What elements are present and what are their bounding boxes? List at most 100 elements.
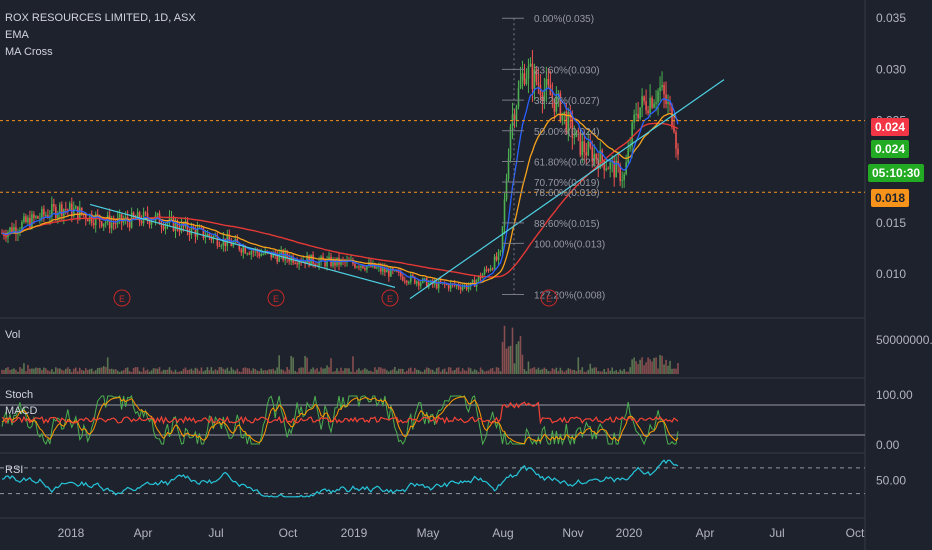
volume-bar: [358, 368, 360, 374]
volume-bar: [88, 369, 91, 374]
volume-bar: [182, 368, 185, 374]
candle-body: [581, 141, 584, 156]
volume-bar: [288, 369, 290, 374]
volume-bar: [639, 359, 641, 374]
candle-body: [248, 253, 251, 255]
volume-bar: [477, 371, 480, 374]
volume-bar: [114, 369, 117, 374]
candle-body: [35, 216, 37, 218]
indicator-ma-cross-label[interactable]: MA Cross: [5, 46, 53, 58]
candle-body: [92, 223, 95, 226]
candle-body: [96, 214, 99, 216]
volume-bar: [96, 367, 99, 374]
candle-body: [364, 268, 366, 270]
volume-bar: [208, 370, 211, 374]
candle-body: [525, 78, 528, 84]
volume-bar: [545, 368, 548, 374]
candle-body: [471, 279, 474, 283]
volume-bar: [553, 369, 556, 374]
volume-bar: [487, 370, 490, 374]
candle-body: [673, 127, 675, 133]
volume-bar: [55, 367, 57, 374]
volume-bar: [439, 371, 442, 374]
volume-bar: [527, 361, 530, 374]
volume-bar: [210, 367, 213, 374]
volume-bar: [322, 368, 324, 374]
volume-bar: [332, 371, 334, 374]
volume-bar: [565, 370, 568, 374]
volume-bar: [595, 367, 598, 374]
time-axis-tick: 2018: [58, 526, 85, 540]
volume-bar: [57, 368, 59, 374]
volume-bar: [67, 367, 69, 374]
volume-bar: [364, 368, 366, 374]
volume-bar: [653, 357, 655, 374]
volume-bar: [489, 368, 492, 374]
time-axis-tick: Apr: [134, 526, 153, 540]
volume-bar: [112, 369, 115, 374]
candle-body: [356, 266, 358, 268]
volume-pane-label: Vol: [5, 329, 21, 341]
fib-level-label: 61.80%(0.021): [534, 158, 600, 169]
volume-bar: [619, 369, 621, 374]
volume-bar: [607, 368, 610, 374]
volume-bar: [33, 368, 35, 374]
candle-body: [9, 227, 11, 232]
candle-body: [547, 78, 550, 85]
volume-bar: [354, 371, 356, 374]
volume-bar: [549, 371, 552, 374]
volume-bar: [597, 371, 600, 374]
stoch-pane-label: Stoch: [5, 389, 34, 401]
indicator-ema-label[interactable]: EMA: [5, 29, 29, 41]
volume-bar: [525, 371, 528, 374]
volume-bar: [206, 367, 209, 374]
volume-bar: [621, 370, 623, 374]
volume-bar: [348, 368, 350, 374]
volume-bar: [70, 371, 73, 374]
volume-bar: [156, 368, 159, 374]
candle-body: [220, 245, 223, 247]
volume-bar: [90, 368, 93, 374]
candle-body: [583, 141, 586, 153]
volume-bar: [497, 367, 500, 374]
candle-body: [653, 103, 655, 108]
candle-body: [76, 206, 79, 220]
volume-bar: [69, 369, 71, 374]
volume-bar: [413, 367, 416, 374]
volume-bar: [216, 370, 219, 374]
volume-bar: [302, 367, 304, 374]
price-chart[interactable]: 0.0350.0300.0250.0200.0150.0102018AprJul…: [0, 0, 932, 550]
volume-bar: [304, 355, 306, 374]
volume-bar: [53, 371, 55, 374]
volume-bar: [449, 367, 452, 374]
rsi-axis-tick: 50.00: [876, 474, 906, 488]
volume-bar: [657, 368, 659, 374]
volume-bar: [21, 368, 23, 374]
candle-body: [585, 152, 588, 156]
volume-bar: [587, 369, 590, 374]
volume-bar: [441, 369, 444, 374]
volume-bar: [563, 371, 566, 374]
volume-bar: [663, 364, 665, 374]
volume-bar: [51, 368, 53, 374]
volume-bar: [613, 371, 615, 374]
volume-bar: [573, 369, 576, 374]
volume-bar: [306, 357, 308, 374]
candle-body: [607, 168, 610, 170]
volume-bar: [324, 368, 326, 374]
volume-bar: [461, 368, 464, 374]
candle-body: [252, 251, 255, 253]
volume-bar: [314, 369, 316, 374]
volume-bar: [378, 367, 380, 374]
volume-bar: [158, 367, 161, 374]
candle-body: [419, 282, 422, 286]
volume-bar: [1, 369, 3, 374]
candle-body: [74, 206, 77, 209]
volume-bar: [511, 327, 514, 374]
candle-body: [415, 281, 418, 284]
volume-bar: [603, 369, 606, 374]
volume-bar: [635, 361, 637, 374]
volume-bar: [419, 371, 422, 374]
volume-bar: [238, 371, 241, 374]
volume-bar: [547, 370, 550, 374]
